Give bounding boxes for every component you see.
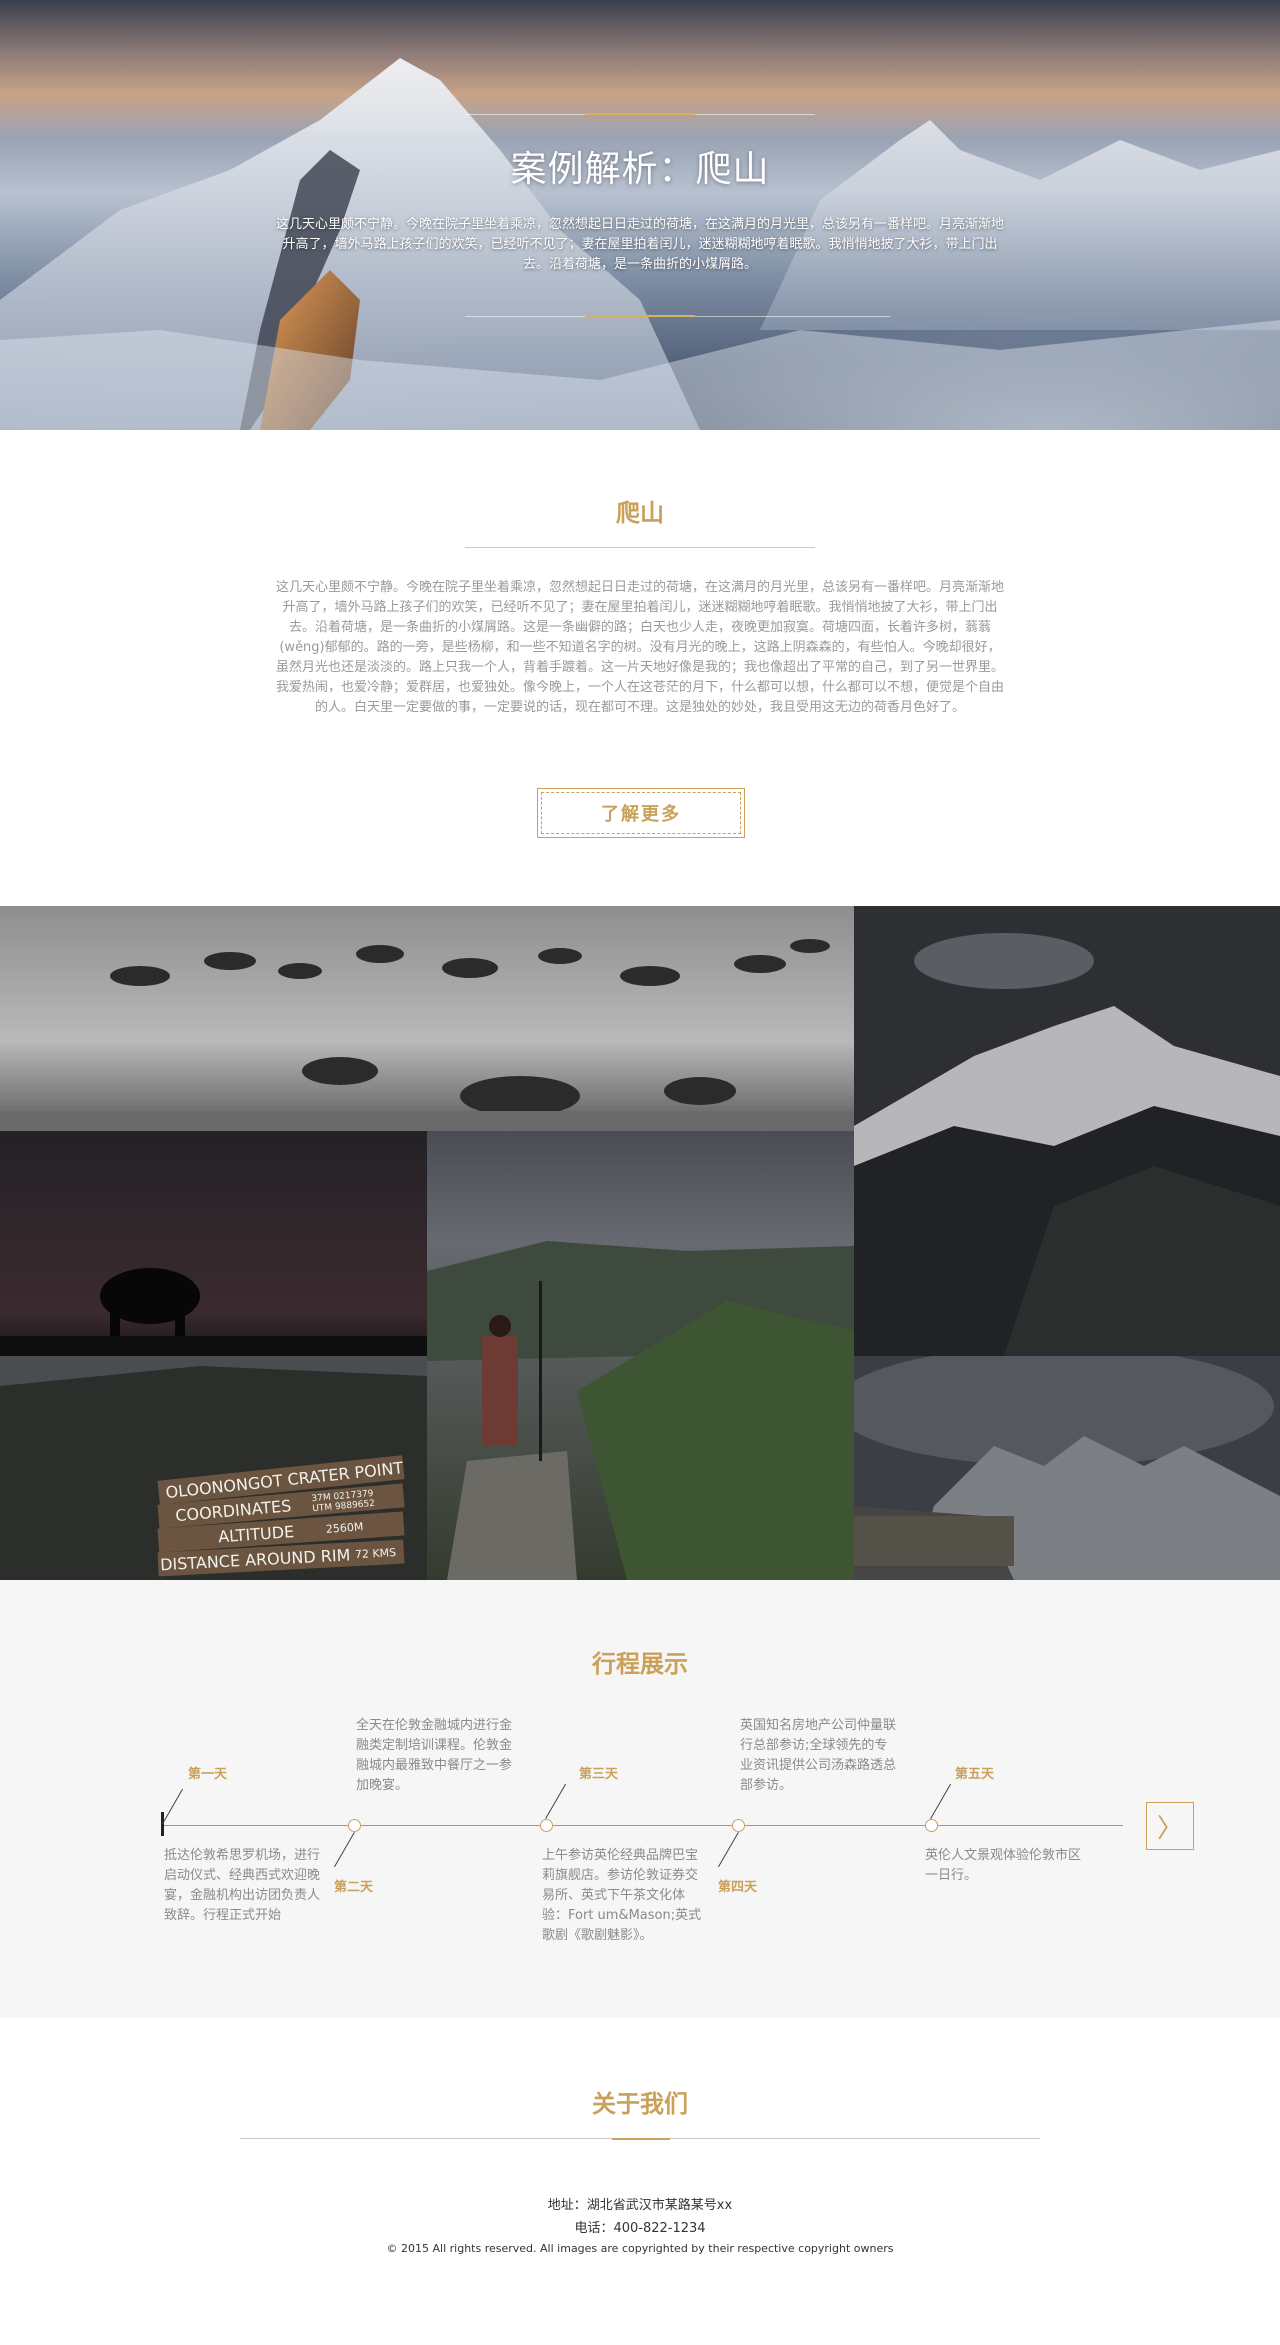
hero-bottom-accent (585, 315, 695, 317)
intro-title: 爬山 (616, 499, 664, 527)
itinerary-title: 行程展示 (592, 1650, 688, 1678)
intro-section: 爬山 这几天心里颇不宁静。今晚在院子里坐着乘凉，忽然想起日日走过的荷塘，在这满月… (0, 430, 1280, 906)
timeline-day-2-desc: 全天在伦敦金融城内进行金融类定制培训课程。伦敦金融城内最雅致中餐厅之一参加晚宴。 (356, 1718, 513, 1793)
gallery-image-misty-forest[interactable] (0, 906, 854, 1131)
timeline-day-4-desc: 英国知名房地产公司仲量联行总部参访;全球领先的专业资讯提供公司汤森路透总部参访。 (740, 1718, 897, 1793)
intro-text: 这几天心里颇不宁静。今晚在院子里坐着乘凉，忽然想起日日走过的荷塘，在这满月的月光… (275, 580, 1004, 715)
learn-more-button[interactable]: 了解更多 (537, 788, 745, 838)
about-title: 关于我们 (592, 2090, 688, 2118)
about-section: 关于我们 地址：湖北省武汉市某路某号xx 电话：400-822-1234 © 2… (0, 2018, 1280, 2345)
intro-divider (465, 547, 815, 548)
hero-title: 案例解析：爬山 (510, 149, 770, 190)
timeline-day-5-label[interactable]: 第五天 (955, 1763, 994, 1782)
timeline-tick-day-2 (334, 1832, 355, 1868)
gallery-image-crater-sign[interactable]: OLOONONGOT CRATER POINT COORDINATES 37M … (0, 1356, 427, 1580)
itinerary-section: 行程展示 第一天 抵达伦敦希思罗机场，进行启动仪式、经典西式欢迎晚宴，金融机构出… (0, 1580, 1280, 2018)
timeline-day-5-desc: 英伦人文景观体验伦敦市区一日行。 (925, 1848, 1082, 1883)
timeline-day-1-desc: 抵达伦敦希思罗机场，进行启动仪式、经典西式欢迎晚宴，金融机构出访团负责人致辞。行… (164, 1848, 321, 1923)
sign-text-line-6: 2560M (325, 1520, 363, 1536)
about-accent (612, 2138, 670, 2140)
hero-top-accent (585, 113, 695, 115)
timeline-day-1-label[interactable]: 第一天 (188, 1763, 227, 1782)
timeline-tick-day-1 (162, 1788, 183, 1824)
gallery-image-snowy-peak[interactable] (854, 906, 1280, 1356)
timeline-dot-day-4[interactable] (732, 1819, 745, 1832)
timeline-tick-day-5 (930, 1783, 951, 1819)
timeline-dot-day-2[interactable] (348, 1819, 361, 1832)
timeline-dot-day-3[interactable] (540, 1819, 553, 1832)
timeline-dot-day-5[interactable] (925, 1819, 938, 1832)
photo-gallery: OLOONONGOT CRATER POINT COORDINATES 37M … (0, 906, 1280, 1580)
learn-more-label: 了解更多 (541, 792, 741, 834)
footer-phone: 电话：400-822-1234 (574, 2221, 706, 2236)
gallery-image-masai-warrior[interactable] (427, 1131, 854, 1580)
timeline-day-4-label[interactable]: 第四天 (718, 1876, 757, 1895)
gallery-image-elephant-silhouette[interactable] (0, 1131, 427, 1356)
timeline-next-button[interactable]: 〉 (1146, 1802, 1194, 1850)
footer-address: 地址：湖北省武汉市某路某号xx (547, 2198, 733, 2213)
hero-banner: 案例解析：爬山 这几天心里颇不宁静。今晚在院子里坐着乘凉，忽然想起日日走过的荷塘… (0, 0, 1280, 430)
hero-text: 这几天心里颇不宁静。今晚在院子里坐着乘凉，忽然想起日日走过的荷塘，在这满月的月光… (275, 217, 1004, 272)
footer-copyright: © 2015 All rights reserved. All images a… (386, 2242, 894, 2255)
timeline-tick-day-3 (545, 1783, 566, 1819)
timeline-day-3-label[interactable]: 第三天 (579, 1763, 618, 1782)
timeline-track (163, 1825, 1123, 1826)
timeline-day-2-label[interactable]: 第二天 (334, 1876, 373, 1895)
chevron-right-icon: 〉 (1156, 1813, 1183, 1844)
timeline-day-3-desc: 上午参访英伦经典品牌巴宝莉旗舰店。参访伦敦证券交易所、英式下午茶文化体验：For… (542, 1848, 702, 1943)
sign-text-line-8: 72 KMS (355, 1546, 397, 1561)
gallery-image-cloudy-mountain[interactable] (854, 1356, 1280, 1580)
timeline-tick-day-4 (718, 1832, 739, 1868)
